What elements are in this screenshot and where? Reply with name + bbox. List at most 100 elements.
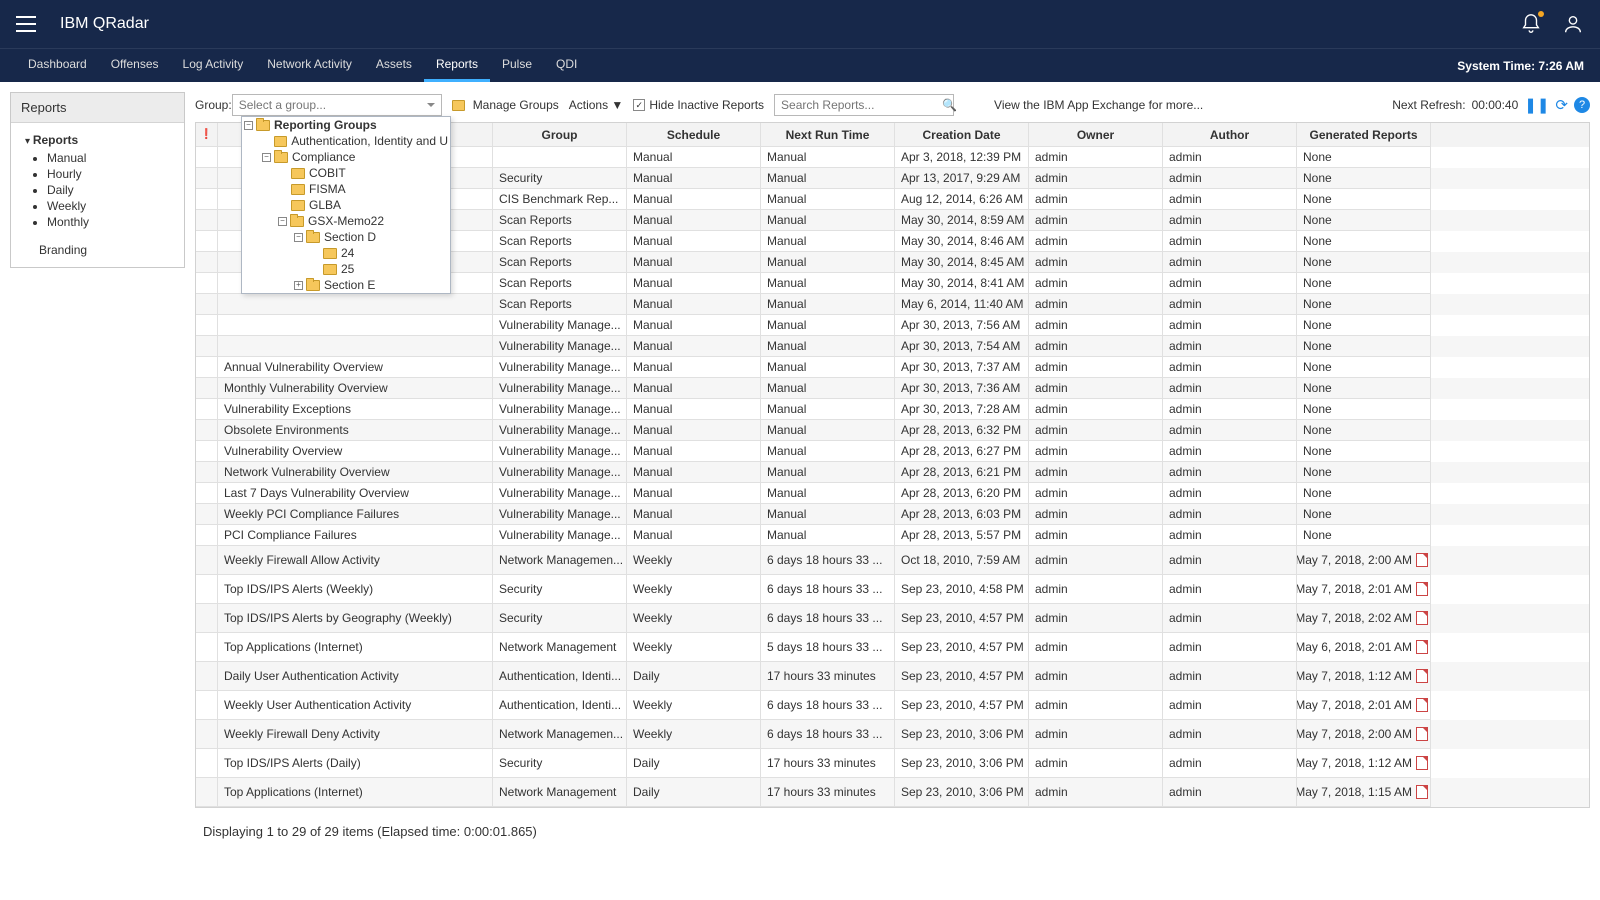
cell: May 7, 2018, 2:01 AM [1297,575,1431,604]
table-row[interactable]: Vulnerability Manage...ManualManualApr 3… [196,315,1589,336]
cell: Security [493,168,627,189]
cell: Apr 28, 2013, 6:03 PM [895,504,1029,525]
cell [196,210,218,231]
tree-node[interactable]: −Compliance [242,149,450,165]
cell [196,315,218,336]
table-row[interactable]: Monthly Vulnerability OverviewVulnerabil… [196,378,1589,399]
col-header[interactable]: Author [1163,123,1297,147]
table-row[interactable]: PCI Compliance FailuresVulnerability Man… [196,525,1589,546]
table-row[interactable]: Weekly User Authentication ActivityAuthe… [196,691,1589,720]
table-row[interactable]: Weekly PCI Compliance FailuresVulnerabil… [196,504,1589,525]
table-row[interactable]: Top Applications (Internet)Network Manag… [196,633,1589,662]
group-tree-popup[interactable]: −Reporting GroupsAuthentication, Identit… [241,116,451,294]
cell: Vulnerability Manage... [493,399,627,420]
hide-inactive-toggle[interactable]: ✓ Hide Inactive Reports [633,98,764,112]
sidebar-item-daily[interactable]: Daily [47,183,170,197]
cell [218,294,493,315]
help-icon[interactable]: ? [1574,97,1590,113]
tree-node[interactable]: FISMA [242,181,450,197]
nav-tab-offenses[interactable]: Offenses [99,49,171,82]
user-icon[interactable] [1562,13,1584,35]
tree-node[interactable]: GLBA [242,197,450,213]
tree-node[interactable]: Authentication, Identity and U [242,133,450,149]
sidebar-item-manual[interactable]: Manual [47,151,170,165]
cell: Manual [627,357,761,378]
table-row[interactable]: Daily User Authentication ActivityAuthen… [196,662,1589,691]
table-row[interactable]: Obsolete EnvironmentsVulnerability Manag… [196,420,1589,441]
table-row[interactable]: Vulnerability Manage...ManualManualApr 3… [196,336,1589,357]
nav-tab-log-activity[interactable]: Log Activity [171,49,256,82]
nav-tab-pulse[interactable]: Pulse [490,49,544,82]
table-row[interactable]: Weekly Firewall Allow ActivityNetwork Ma… [196,546,1589,575]
pdf-icon[interactable] [1416,553,1428,567]
col-header[interactable]: Group [493,123,627,147]
cell: Network Managemen... [493,720,627,749]
col-header[interactable]: Next Run Time [761,123,895,147]
group-select[interactable]: Select a group... [232,94,442,116]
sidebar-branding[interactable]: Branding [25,243,170,257]
table-row[interactable]: Vulnerability ExceptionsVulnerability Ma… [196,399,1589,420]
pdf-icon[interactable] [1416,582,1428,596]
sidebar-item-monthly[interactable]: Monthly [47,215,170,229]
app-exchange-link[interactable]: View the IBM App Exchange for more... [994,98,1203,112]
pdf-icon[interactable] [1416,727,1428,741]
table-row[interactable]: Top IDS/IPS Alerts (Weekly)SecurityWeekl… [196,575,1589,604]
cell: Manual [761,147,895,168]
sidebar-item-weekly[interactable]: Weekly [47,199,170,213]
cell: Vulnerability Manage... [493,336,627,357]
nav-tab-dashboard[interactable]: Dashboard [16,49,99,82]
table-row[interactable]: Top Applications (Internet)Network Manag… [196,778,1589,807]
pdf-icon[interactable] [1416,756,1428,770]
pdf-icon[interactable] [1416,785,1428,799]
table-row[interactable]: Annual Vulnerability OverviewVulnerabili… [196,357,1589,378]
col-header[interactable]: Creation Date [895,123,1029,147]
pdf-icon[interactable] [1416,698,1428,712]
col-header[interactable]: Generated Reports [1297,123,1431,147]
refresh-icon[interactable]: ⟳ [1555,96,1568,114]
tree-root[interactable]: −Reporting Groups [242,117,450,133]
col-header[interactable]: Owner [1029,123,1163,147]
search-icon[interactable]: 🔍 [942,98,957,112]
nav-tab-reports[interactable]: Reports [424,49,490,82]
manage-groups-button[interactable]: Manage Groups [452,98,559,112]
sidebar-item-hourly[interactable]: Hourly [47,167,170,181]
table-row[interactable]: Weekly Firewall Deny ActivityNetwork Man… [196,720,1589,749]
tree-node[interactable]: +Section E [242,277,450,293]
pause-icon[interactable]: ❚❚ [1524,96,1549,114]
table-row[interactable]: Top IDS/IPS Alerts by Geography (Weekly)… [196,604,1589,633]
sidebar-root[interactable]: Reports [25,133,170,147]
notifications-icon[interactable] [1520,13,1542,35]
cell: admin [1029,504,1163,525]
pdf-icon[interactable] [1416,640,1428,654]
cell: admin [1163,504,1297,525]
cell: Manual [761,336,895,357]
cell: Apr 30, 2013, 7:56 AM [895,315,1029,336]
tree-node[interactable]: COBIT [242,165,450,181]
search-box[interactable]: 🔍 [774,94,954,116]
cell: admin [1029,147,1163,168]
table-row[interactable]: Last 7 Days Vulnerability OverviewVulner… [196,483,1589,504]
tree-node[interactable]: −Section D [242,229,450,245]
cell: admin [1029,294,1163,315]
actions-dropdown[interactable]: Actions ▼ [569,98,624,112]
pdf-icon[interactable] [1416,669,1428,683]
tree-node[interactable]: 25 [242,261,450,277]
table-row[interactable]: Top IDS/IPS Alerts (Daily)SecurityDaily1… [196,749,1589,778]
col-header-alert[interactable]: ❗ [196,123,218,147]
table-row[interactable]: Scan ReportsManualManualMay 6, 2014, 11:… [196,294,1589,315]
nav-tab-qdi[interactable]: QDI [544,49,589,82]
cell: admin [1163,357,1297,378]
table-row[interactable]: Network Vulnerability OverviewVulnerabil… [196,462,1589,483]
nav-tab-network-activity[interactable]: Network Activity [255,49,364,82]
cell: Vulnerability Manage... [493,504,627,525]
nav-tab-assets[interactable]: Assets [364,49,424,82]
search-input[interactable] [775,98,942,112]
tree-node[interactable]: 24 [242,245,450,261]
col-header[interactable]: Schedule [627,123,761,147]
menu-icon[interactable] [16,16,36,32]
pdf-icon[interactable] [1416,611,1428,625]
table-row[interactable]: Vulnerability OverviewVulnerability Mana… [196,441,1589,462]
cell: Top Applications (Internet) [218,633,493,662]
tree-node[interactable]: −GSX-Memo22 [242,213,450,229]
cell: admin [1029,231,1163,252]
